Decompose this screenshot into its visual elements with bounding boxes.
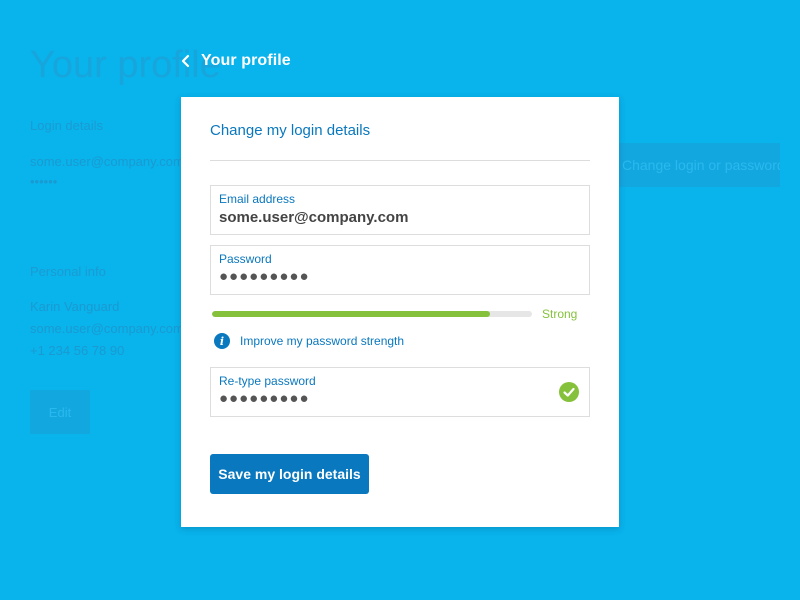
chevron-left-icon: [179, 54, 193, 68]
save-login-details-button[interactable]: Save my login details: [210, 454, 369, 494]
email-field-label: Email address: [219, 192, 296, 206]
background-login-email: some.user@company.com: [30, 154, 184, 169]
background-change-login-button: Change login or password: [600, 143, 780, 187]
password-strength-meter: [212, 311, 532, 317]
password-field-value[interactable]: ●●●●●●●●●: [219, 268, 310, 285]
background-login-password: ••••••: [30, 174, 58, 189]
background-edit-button: Edit: [30, 390, 90, 434]
card-divider: [210, 160, 590, 161]
info-icon: i: [214, 333, 230, 349]
password-field[interactable]: Password ●●●●●●●●●: [210, 245, 590, 295]
background-personal-section-heading: Personal info: [30, 264, 106, 279]
background-personal-name: Karin Vanguard: [30, 299, 120, 314]
check-circle-icon: [559, 382, 579, 402]
background-login-section-heading: Login details: [30, 118, 103, 133]
password-strength-label: Strong: [542, 307, 578, 321]
email-field[interactable]: Email address some.user@company.com: [210, 185, 590, 235]
improve-password-link-text[interactable]: Improve my password strength: [240, 334, 404, 348]
password-field-label: Password: [219, 252, 272, 266]
login-details-card: Change my login details Email address so…: [181, 97, 619, 527]
retype-password-field[interactable]: Re-type password ●●●●●●●●●: [210, 367, 590, 417]
retype-password-field-value[interactable]: ●●●●●●●●●: [219, 390, 310, 407]
modal-header-title: Your profile: [201, 52, 291, 69]
improve-password-link[interactable]: i Improve my password strength: [214, 333, 404, 349]
retype-password-field-label: Re-type password: [219, 374, 316, 388]
back-to-profile-link[interactable]: Your profile: [179, 49, 291, 73]
password-strength-fill: [212, 311, 491, 317]
email-field-value[interactable]: some.user@company.com: [219, 209, 408, 226]
background-personal-email: some.user@company.com: [30, 321, 184, 336]
background-personal-phone: +1 234 56 78 90: [30, 343, 125, 358]
card-title: Change my login details: [210, 122, 371, 139]
